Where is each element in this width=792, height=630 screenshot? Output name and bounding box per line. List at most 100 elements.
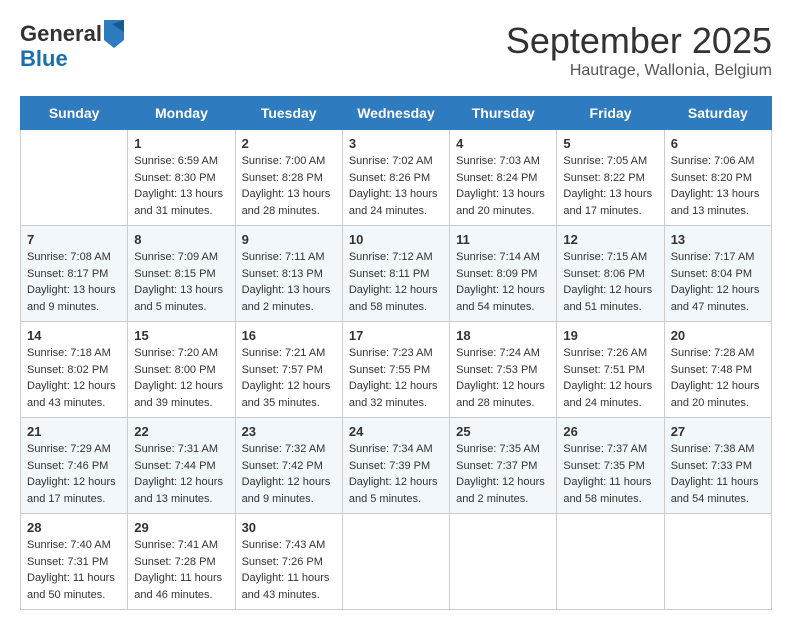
day-number: 15 (134, 328, 228, 343)
calendar-cell: 28 Sunrise: 7:40 AM Sunset: 7:31 PM Dayli… (21, 514, 128, 610)
day-info: Sunrise: 7:00 AM Sunset: 8:28 PM Dayligh… (242, 153, 336, 219)
day-number: 27 (671, 424, 765, 439)
title-month: September 2025 (506, 20, 772, 62)
day-info: Sunrise: 7:35 AM Sunset: 7:37 PM Dayligh… (456, 441, 550, 507)
calendar-cell: 3 Sunrise: 7:02 AM Sunset: 8:26 PM Daylig… (342, 130, 449, 226)
day-info: Sunrise: 7:12 AM Sunset: 8:11 PM Dayligh… (349, 249, 443, 315)
day-number: 14 (27, 328, 121, 343)
day-number: 10 (349, 232, 443, 247)
day-number: 12 (563, 232, 657, 247)
day-info: Sunrise: 7:31 AM Sunset: 7:44 PM Dayligh… (134, 441, 228, 507)
day-number: 7 (27, 232, 121, 247)
calendar-header-row: SundayMondayTuesdayWednesdayThursdayFrid… (21, 97, 772, 130)
day-number: 21 (27, 424, 121, 439)
title-location: Hautrage, Wallonia, Belgium (506, 62, 772, 80)
day-info: Sunrise: 7:08 AM Sunset: 8:17 PM Dayligh… (27, 249, 121, 315)
day-info: Sunrise: 7:43 AM Sunset: 7:26 PM Dayligh… (242, 537, 336, 603)
day-number: 23 (242, 424, 336, 439)
day-info: Sunrise: 6:59 AM Sunset: 8:30 PM Dayligh… (134, 153, 228, 219)
calendar-cell: 4 Sunrise: 7:03 AM Sunset: 8:24 PM Daylig… (450, 130, 557, 226)
day-number: 8 (134, 232, 228, 247)
calendar-body: 1 Sunrise: 6:59 AM Sunset: 8:30 PM Daylig… (21, 130, 772, 610)
calendar-cell: 8 Sunrise: 7:09 AM Sunset: 8:15 PM Daylig… (128, 226, 235, 322)
logo-text-general: General (20, 23, 102, 45)
calendar-cell: 5 Sunrise: 7:05 AM Sunset: 8:22 PM Daylig… (557, 130, 664, 226)
day-info: Sunrise: 7:17 AM Sunset: 8:04 PM Dayligh… (671, 249, 765, 315)
header-day-wednesday: Wednesday (342, 97, 449, 130)
calendar-cell: 20 Sunrise: 7:28 AM Sunset: 7:48 PM Dayli… (664, 322, 771, 418)
calendar-cell: 22 Sunrise: 7:31 AM Sunset: 7:44 PM Dayli… (128, 418, 235, 514)
day-number: 6 (671, 136, 765, 151)
header-day-tuesday: Tuesday (235, 97, 342, 130)
day-info: Sunrise: 7:37 AM Sunset: 7:35 PM Dayligh… (563, 441, 657, 507)
day-info: Sunrise: 7:09 AM Sunset: 8:15 PM Dayligh… (134, 249, 228, 315)
day-number: 3 (349, 136, 443, 151)
day-number: 17 (349, 328, 443, 343)
page-header: General Blue September 2025 Hautrage, Wa… (20, 20, 772, 80)
day-info: Sunrise: 7:06 AM Sunset: 8:20 PM Dayligh… (671, 153, 765, 219)
header-day-saturday: Saturday (664, 97, 771, 130)
logo: General Blue (20, 20, 124, 71)
logo-icon (104, 20, 124, 48)
day-number: 29 (134, 520, 228, 535)
calendar-cell: 29 Sunrise: 7:41 AM Sunset: 7:28 PM Dayli… (128, 514, 235, 610)
calendar-cell: 6 Sunrise: 7:06 AM Sunset: 8:20 PM Daylig… (664, 130, 771, 226)
calendar-cell: 1 Sunrise: 6:59 AM Sunset: 8:30 PM Daylig… (128, 130, 235, 226)
day-info: Sunrise: 7:38 AM Sunset: 7:33 PM Dayligh… (671, 441, 765, 507)
calendar-cell: 9 Sunrise: 7:11 AM Sunset: 8:13 PM Daylig… (235, 226, 342, 322)
header-day-friday: Friday (557, 97, 664, 130)
day-info: Sunrise: 7:14 AM Sunset: 8:09 PM Dayligh… (456, 249, 550, 315)
day-info: Sunrise: 7:41 AM Sunset: 7:28 PM Dayligh… (134, 537, 228, 603)
calendar-cell (664, 514, 771, 610)
day-number: 5 (563, 136, 657, 151)
day-info: Sunrise: 7:34 AM Sunset: 7:39 PM Dayligh… (349, 441, 443, 507)
day-number: 26 (563, 424, 657, 439)
day-number: 20 (671, 328, 765, 343)
day-info: Sunrise: 7:23 AM Sunset: 7:55 PM Dayligh… (349, 345, 443, 411)
day-info: Sunrise: 7:28 AM Sunset: 7:48 PM Dayligh… (671, 345, 765, 411)
header-day-monday: Monday (128, 97, 235, 130)
day-number: 25 (456, 424, 550, 439)
day-number: 4 (456, 136, 550, 151)
calendar-cell: 2 Sunrise: 7:00 AM Sunset: 8:28 PM Daylig… (235, 130, 342, 226)
calendar-cell (342, 514, 449, 610)
calendar-cell: 11 Sunrise: 7:14 AM Sunset: 8:09 PM Dayli… (450, 226, 557, 322)
day-number: 9 (242, 232, 336, 247)
calendar-cell: 30Sunrise: 7:43 AM Sunset: 7:26 PM Dayli… (235, 514, 342, 610)
calendar-cell: 23Sunrise: 7:32 AM Sunset: 7:42 PM Dayli… (235, 418, 342, 514)
day-info: Sunrise: 7:18 AM Sunset: 8:02 PM Dayligh… (27, 345, 121, 411)
day-info: Sunrise: 7:20 AM Sunset: 8:00 PM Dayligh… (134, 345, 228, 411)
day-info: Sunrise: 7:24 AM Sunset: 7:53 PM Dayligh… (456, 345, 550, 411)
calendar-week-1: 1 Sunrise: 6:59 AM Sunset: 8:30 PM Daylig… (21, 130, 772, 226)
calendar-cell: 19Sunrise: 7:26 AM Sunset: 7:51 PM Dayli… (557, 322, 664, 418)
day-number: 28 (27, 520, 121, 535)
day-info: Sunrise: 7:02 AM Sunset: 8:26 PM Dayligh… (349, 153, 443, 219)
calendar-cell: 12Sunrise: 7:15 AM Sunset: 8:06 PM Dayli… (557, 226, 664, 322)
day-number: 24 (349, 424, 443, 439)
calendar-cell: 15 Sunrise: 7:20 AM Sunset: 8:00 PM Dayli… (128, 322, 235, 418)
calendar-cell: 10 Sunrise: 7:12 AM Sunset: 8:11 PM Dayli… (342, 226, 449, 322)
day-info: Sunrise: 7:21 AM Sunset: 7:57 PM Dayligh… (242, 345, 336, 411)
day-number: 19 (563, 328, 657, 343)
day-number: 22 (134, 424, 228, 439)
calendar-cell: 7 Sunrise: 7:08 AM Sunset: 8:17 PM Daylig… (21, 226, 128, 322)
day-number: 2 (242, 136, 336, 151)
calendar-cell: 24 Sunrise: 7:34 AM Sunset: 7:39 PM Dayli… (342, 418, 449, 514)
day-number: 1 (134, 136, 228, 151)
header-day-thursday: Thursday (450, 97, 557, 130)
day-info: Sunrise: 7:29 AM Sunset: 7:46 PM Dayligh… (27, 441, 121, 507)
calendar-cell: 16Sunrise: 7:21 AM Sunset: 7:57 PM Dayli… (235, 322, 342, 418)
day-info: Sunrise: 7:05 AM Sunset: 8:22 PM Dayligh… (563, 153, 657, 219)
calendar-week-3: 14 Sunrise: 7:18 AM Sunset: 8:02 PM Dayli… (21, 322, 772, 418)
header-day-sunday: Sunday (21, 97, 128, 130)
day-info: Sunrise: 7:11 AM Sunset: 8:13 PM Dayligh… (242, 249, 336, 315)
logo-text-blue: Blue (20, 46, 68, 71)
day-number: 13 (671, 232, 765, 247)
calendar-cell: 25 Sunrise: 7:35 AM Sunset: 7:37 PM Dayli… (450, 418, 557, 514)
calendar-cell (450, 514, 557, 610)
day-info: Sunrise: 7:40 AM Sunset: 7:31 PM Dayligh… (27, 537, 121, 603)
calendar-cell: 14 Sunrise: 7:18 AM Sunset: 8:02 PM Dayli… (21, 322, 128, 418)
calendar-cell: 18Sunrise: 7:24 AM Sunset: 7:53 PM Dayli… (450, 322, 557, 418)
day-info: Sunrise: 7:03 AM Sunset: 8:24 PM Dayligh… (456, 153, 550, 219)
day-number: 11 (456, 232, 550, 247)
